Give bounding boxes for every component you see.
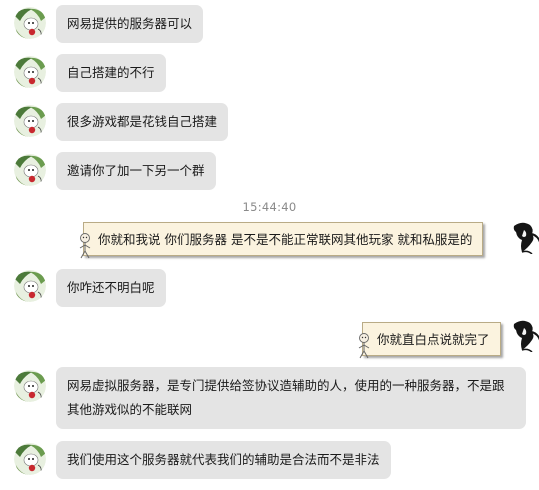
message-bubble: 自己搭建的不行: [56, 54, 166, 92]
message-text: 你咋还不明白呢: [67, 280, 155, 295]
message-text: 自己搭建的不行: [67, 65, 155, 80]
sent-message-bubble: 你就和我说 你们服务器 是不是不能正常联网其他玩家 就和私服是的: [83, 222, 484, 256]
sent-message-bubble: 你就直白点说就完了: [362, 322, 501, 356]
message-bubble: 邀请你了加一下另一个群: [56, 152, 216, 190]
ink-sketch-avatar-icon[interactable]: [508, 220, 539, 254]
message-bubble: 我们使用这个服务器就代表我们的辅助是合法而不是非法: [56, 441, 391, 479]
cartoon-character-avatar-icon[interactable]: [14, 370, 46, 402]
message-text: 你就直白点说就完了: [377, 332, 490, 347]
message-timestamp: 15:44:40: [242, 200, 297, 214]
cartoon-character-avatar-icon[interactable]: [14, 270, 46, 302]
cartoon-character-avatar-icon[interactable]: [14, 56, 46, 88]
message-bubble: 网易虚拟服务器，是专门提供给签协议造辅助的人，使用的一种服务器，不是跟其他游戏似…: [56, 367, 526, 429]
message-text: 网易虚拟服务器，是专门提供给签协议造辅助的人，使用的一种服务器，不是跟其他游戏似…: [67, 378, 505, 417]
message-text: 邀请你了加一下另一个群: [67, 163, 205, 178]
cartoon-character-avatar-icon[interactable]: [14, 105, 46, 137]
cartoon-character-avatar-icon[interactable]: [14, 154, 46, 186]
message-text: 网易提供的服务器可以: [67, 16, 193, 31]
pushpin-figure-icon: [76, 232, 94, 262]
message-bubble: 网易提供的服务器可以: [56, 5, 204, 43]
message-text: 你就和我说 你们服务器 是不是不能正常联网其他玩家 就和私服是的: [98, 232, 473, 247]
cartoon-character-avatar-icon[interactable]: [14, 7, 46, 39]
message-bubble: 很多游戏都是花钱自己搭建: [56, 103, 229, 141]
message-bubble: 你咋还不明白呢: [56, 269, 166, 307]
message-text: 很多游戏都是花钱自己搭建: [67, 114, 218, 129]
cartoon-character-avatar-icon[interactable]: [14, 443, 46, 475]
pushpin-figure-icon: [355, 332, 373, 362]
message-text: 我们使用这个服务器就代表我们的辅助是合法而不是非法: [67, 452, 380, 467]
ink-sketch-avatar-icon[interactable]: [508, 318, 539, 352]
